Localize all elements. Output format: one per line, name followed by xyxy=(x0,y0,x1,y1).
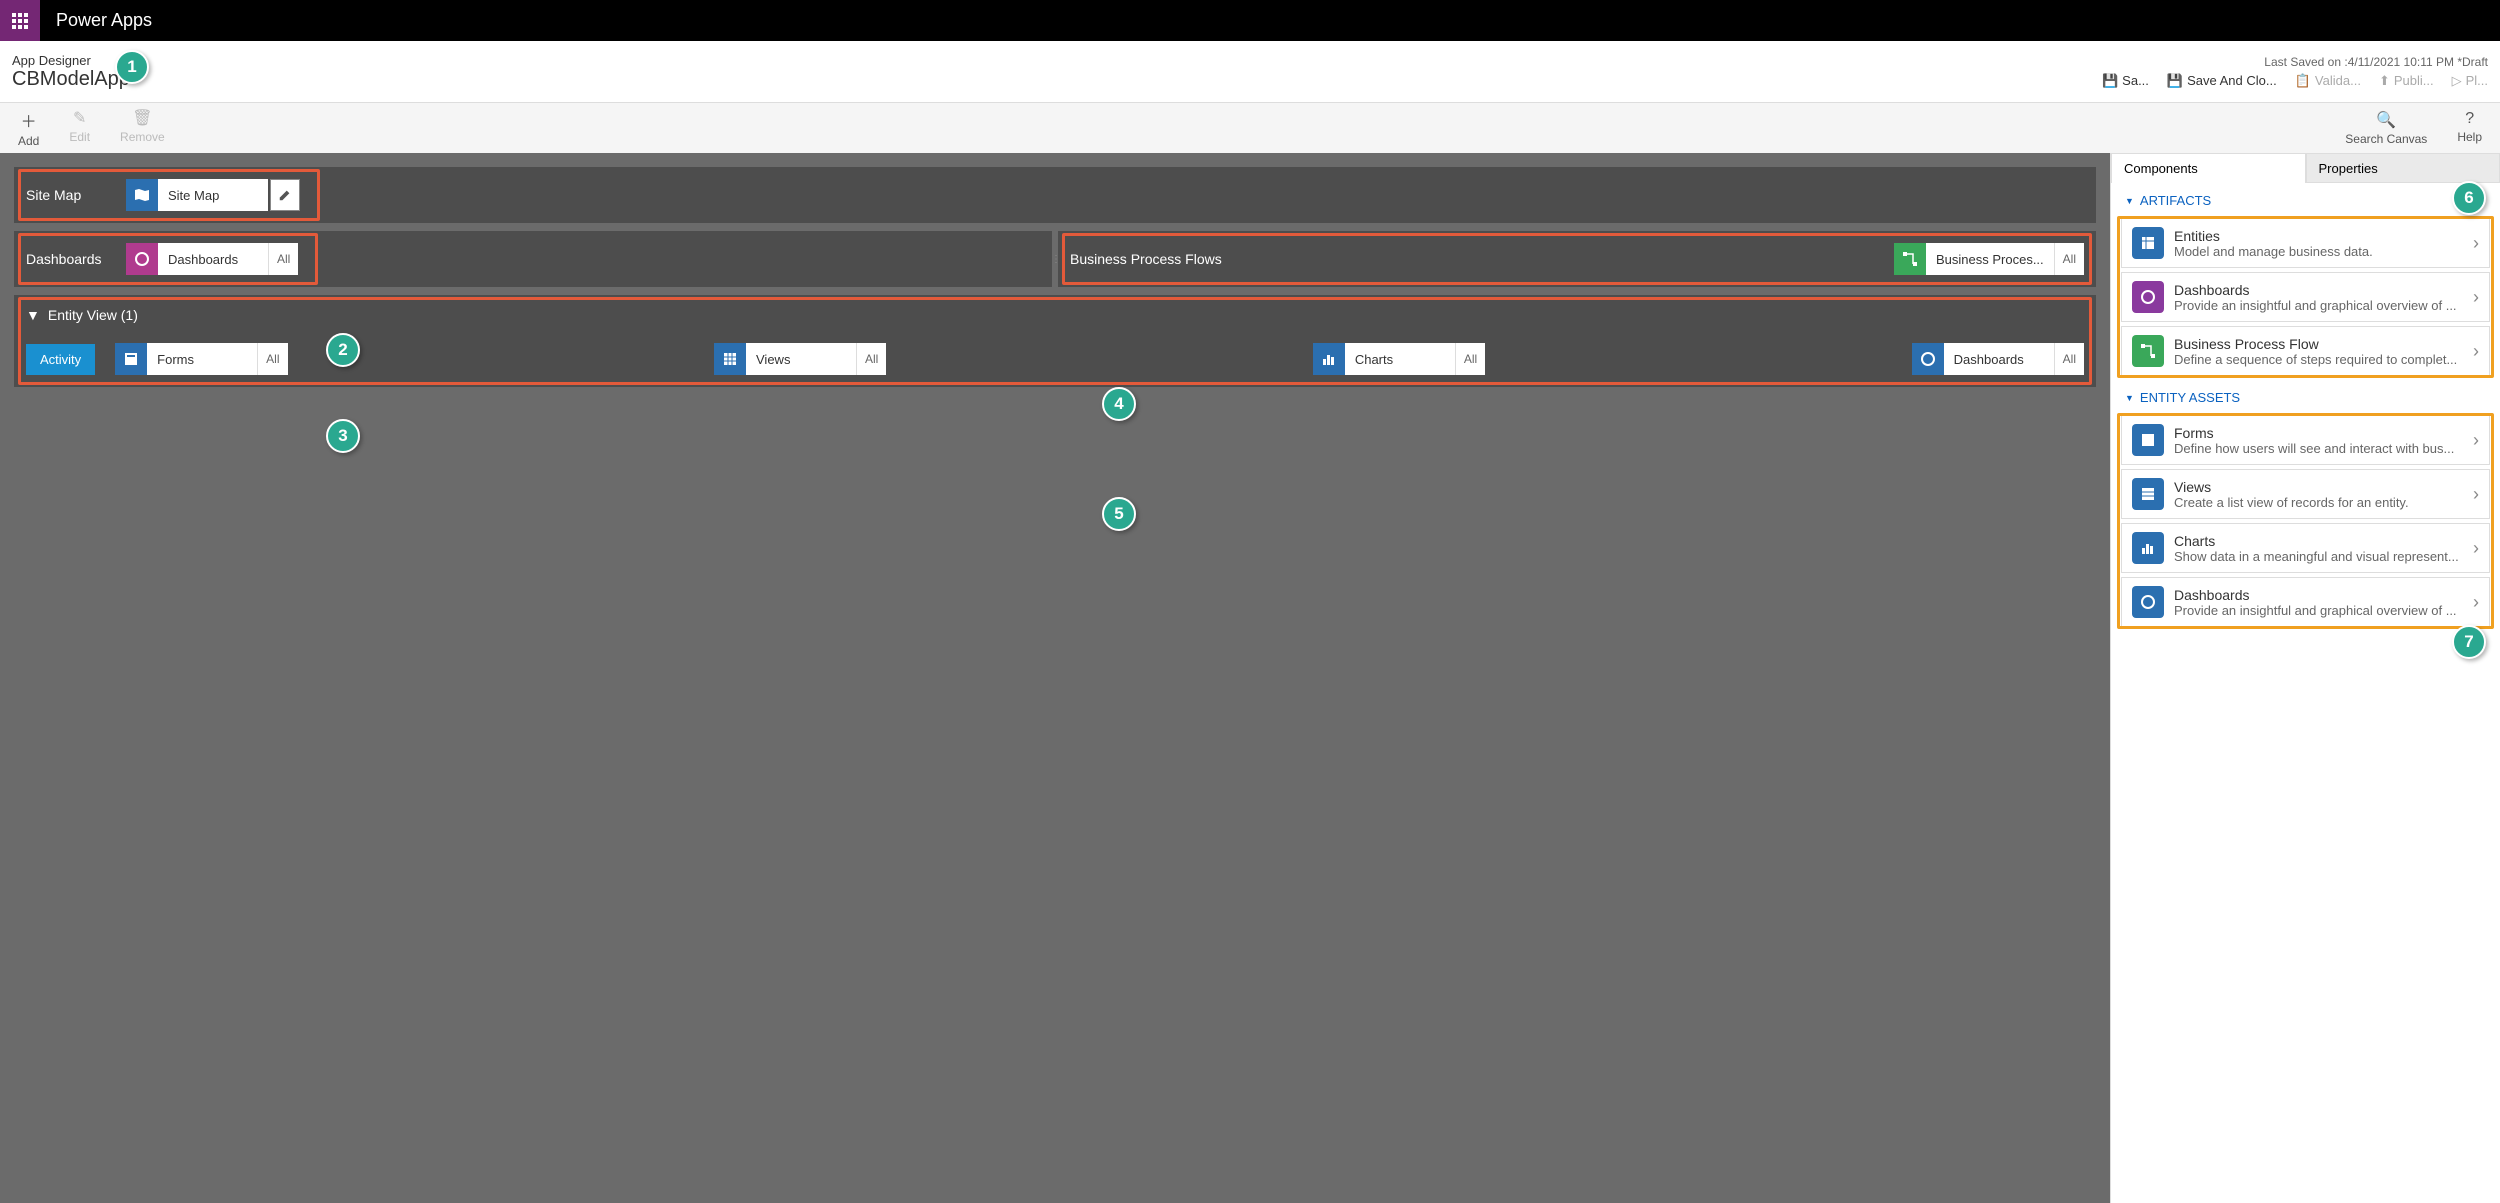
forms-tile[interactable]: Forms All xyxy=(115,343,287,375)
bpf-all[interactable]: All xyxy=(2054,243,2084,275)
publish-icon: ⬆ xyxy=(2379,73,2390,89)
chevron-right-icon: › xyxy=(2473,287,2479,308)
entity-dashboards-all[interactable]: All xyxy=(2054,343,2084,375)
canvas: Site Map Site Map 2 Dashboards xyxy=(0,153,2110,1203)
bpf-icon xyxy=(1894,243,1926,275)
activity-chip[interactable]: Activity xyxy=(26,344,95,375)
chevron-right-icon: › xyxy=(2473,538,2479,559)
sitemap-edit-button[interactable] xyxy=(270,179,300,211)
save-close-icon: 💾 xyxy=(2167,73,2183,89)
brand-label: Power Apps xyxy=(40,10,168,31)
charts-tile[interactable]: Charts All xyxy=(1313,343,1485,375)
top-bar: Power Apps xyxy=(0,0,2500,41)
bpf-half: Business Process Flows Business Proces..… xyxy=(1058,231,2096,287)
dashboards-icon xyxy=(2132,281,2164,313)
help-icon: ? xyxy=(2465,110,2474,128)
remove-button: 🗑 Remove xyxy=(120,108,165,148)
edit-button: ✎ Edit xyxy=(69,108,90,148)
asset-dashboards[interactable]: Dashboards Provide an insightful and gra… xyxy=(2121,577,2490,627)
callout-2: 2 xyxy=(326,333,360,367)
artifact-dashboards[interactable]: Dashboards Provide an insightful and gra… xyxy=(2121,272,2490,322)
last-saved: Last Saved on :4/11/2021 10:11 PM *Draft xyxy=(2264,55,2488,69)
bpf-icon xyxy=(2132,335,2164,367)
entity-dashboard-icon xyxy=(1912,343,1944,375)
publish-button[interactable]: ⬆ Publi... xyxy=(2379,73,2434,89)
asset-views[interactable]: Views Create a list view of records for … xyxy=(2121,469,2490,519)
dashboards-label: Dashboards xyxy=(26,251,126,267)
chevron-right-icon: › xyxy=(2473,430,2479,451)
dash-bpf-row: Dashboards Dashboards All ⋮ Business Pro… xyxy=(14,231,2096,287)
search-icon: 🔍 xyxy=(2376,110,2396,130)
help-button[interactable]: ? Help xyxy=(2457,110,2482,146)
artifact-entities[interactable]: Entities Model and manage business data.… xyxy=(2121,218,2490,268)
dashboard-icon xyxy=(126,243,158,275)
forms-all[interactable]: All xyxy=(257,343,287,375)
plus-icon: ＋ xyxy=(21,108,37,132)
entity-view-header[interactable]: ▼ Entity View (1) xyxy=(26,307,2084,323)
sitemap-tile[interactable]: Site Map xyxy=(126,179,300,211)
callout-4: 4 xyxy=(1102,387,1136,421)
caret-down-icon: ▼ xyxy=(26,307,40,323)
dashboards-tile[interactable]: Dashboards All xyxy=(126,243,298,275)
main: Site Map Site Map 2 Dashboards xyxy=(0,153,2500,1203)
entity-view-block: ▼ Entity View (1) Activity Forms All xyxy=(14,295,2096,387)
pencil-icon: ✎ xyxy=(73,108,86,128)
save-button[interactable]: 💾 Sa... xyxy=(2102,73,2149,89)
save-icon: 💾 xyxy=(2102,73,2118,89)
callout-7: 7 xyxy=(2452,625,2486,659)
right-panel: Components Properties ARTIFACTS Entities… xyxy=(2110,153,2500,1203)
sitemap-row: Site Map Site Map xyxy=(14,167,2096,223)
artifact-bpf[interactable]: Business Process Flow Define a sequence … xyxy=(2121,326,2490,376)
views-icon xyxy=(2132,478,2164,510)
header: App Designer CBModelApp * Last Saved on … xyxy=(0,41,2500,103)
play-button[interactable]: ▷ Pl... xyxy=(2452,73,2488,89)
save-close-button[interactable]: 💾 Save And Clo... xyxy=(2167,73,2277,89)
sitemap-icon xyxy=(126,179,158,211)
entities-icon xyxy=(2132,227,2164,259)
asset-forms[interactable]: Forms Define how users will see and inte… xyxy=(2121,415,2490,465)
chevron-right-icon: › xyxy=(2473,592,2479,613)
bpf-label: Business Process Flows xyxy=(1070,251,1894,267)
app-launcher[interactable] xyxy=(0,0,40,41)
views-all[interactable]: All xyxy=(856,343,886,375)
asset-charts[interactable]: Charts Show data in a meaningful and vis… xyxy=(2121,523,2490,573)
dashboards-half: Dashboards Dashboards All xyxy=(14,231,1052,287)
chevron-right-icon: › xyxy=(2473,341,2479,362)
charts-all[interactable]: All xyxy=(1455,343,1485,375)
views-tile[interactable]: Views All xyxy=(714,343,886,375)
callout-3: 3 xyxy=(326,419,360,453)
section-artifacts[interactable]: ARTIFACTS xyxy=(2111,183,2500,214)
tab-components[interactable]: Components xyxy=(2111,153,2306,183)
validate-button[interactable]: 📋 Valida... xyxy=(2295,73,2361,89)
callout-5: 5 xyxy=(1102,497,1136,531)
callout-6: 6 xyxy=(2452,181,2486,215)
add-button[interactable]: ＋ Add xyxy=(18,108,39,148)
trash-icon: 🗑 xyxy=(132,108,152,128)
validate-icon: 📋 xyxy=(2295,73,2311,89)
charts-icon xyxy=(2132,532,2164,564)
chevron-right-icon: › xyxy=(2473,484,2479,505)
entity-dashboards-tile[interactable]: Dashboards All xyxy=(1912,343,2084,375)
forms-icon xyxy=(2132,424,2164,456)
chart-icon xyxy=(1313,343,1345,375)
toolbar: ＋ Add ✎ Edit 🗑 Remove 🔍 Search Canvas ? … xyxy=(0,103,2500,153)
callout-1: 1 xyxy=(115,50,149,84)
dashboards-all[interactable]: All xyxy=(268,243,298,275)
form-icon xyxy=(115,343,147,375)
bpf-tile[interactable]: Business Proces... All xyxy=(1894,243,2084,275)
chevron-right-icon: › xyxy=(2473,233,2479,254)
tab-properties[interactable]: Properties xyxy=(2306,153,2500,183)
play-icon: ▷ xyxy=(2452,73,2462,89)
sitemap-label: Site Map xyxy=(26,187,126,203)
asset-dashboard-icon xyxy=(2132,586,2164,618)
search-canvas-button[interactable]: 🔍 Search Canvas xyxy=(2345,110,2427,146)
section-entity-assets[interactable]: ENTITY ASSETS xyxy=(2111,380,2500,411)
view-icon xyxy=(714,343,746,375)
